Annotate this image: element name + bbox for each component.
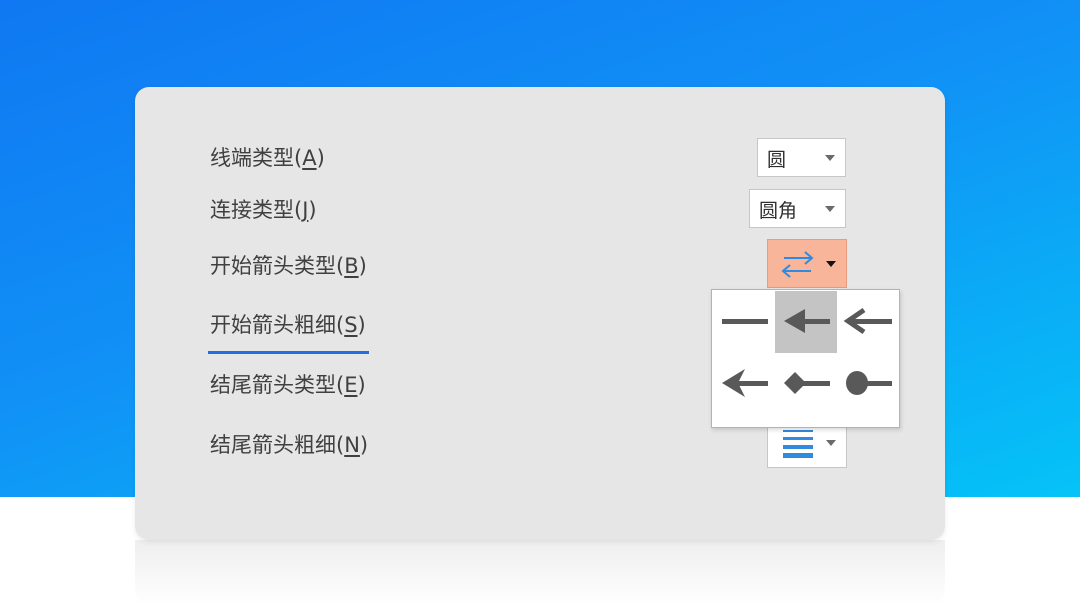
- begin-arrow-type-button[interactable]: [767, 239, 847, 288]
- join-type-value: 圆角: [759, 200, 798, 222]
- panel-reflection: [135, 540, 945, 607]
- chevron-down-icon: [825, 206, 835, 212]
- row-label-cap-type: 线端类型(A): [210, 146, 325, 170]
- end-arrow-size-button[interactable]: [767, 428, 847, 468]
- join-type-select[interactable]: 圆角: [749, 189, 846, 228]
- cap-type-select[interactable]: 圆: [757, 138, 846, 177]
- no-arrow-icon: [722, 319, 768, 324]
- row-label-end-arrow-type: 结尾箭头类型(E): [210, 373, 366, 397]
- arrow-option-solid[interactable]: [775, 291, 837, 353]
- row-label-begin-arrow-size: 开始箭头粗细(S): [210, 313, 366, 337]
- chevron-down-icon: [825, 155, 835, 161]
- row-label-end-arrow-size: 结尾箭头粗细(N): [210, 433, 369, 457]
- chevron-down-icon: [826, 440, 836, 446]
- oval-arrow-icon: [846, 371, 892, 395]
- diamond-arrow-icon: [784, 372, 830, 394]
- chevron-down-icon: [826, 261, 836, 267]
- arrow-option-oval[interactable]: [837, 353, 899, 415]
- focus-underline: [208, 351, 369, 354]
- row-label-begin-arrow-type: 开始箭头类型(B): [210, 254, 367, 278]
- cap-type-value: 圆: [767, 149, 787, 171]
- double-arrow-icon: [781, 251, 814, 278]
- arrow-option-open[interactable]: [837, 291, 899, 353]
- arrow-option-diamond[interactable]: [775, 353, 837, 415]
- solid-arrow-icon: [784, 309, 830, 333]
- stealth-arrow-icon: [722, 369, 768, 397]
- row-label-join-type: 连接类型(J): [210, 198, 317, 222]
- arrow-style-dropdown: [711, 289, 900, 428]
- arrow-option-stealth[interactable]: [713, 353, 775, 415]
- open-arrow-icon: [843, 307, 892, 335]
- arrow-option-none[interactable]: [713, 291, 775, 353]
- line-weight-icon: [783, 430, 813, 458]
